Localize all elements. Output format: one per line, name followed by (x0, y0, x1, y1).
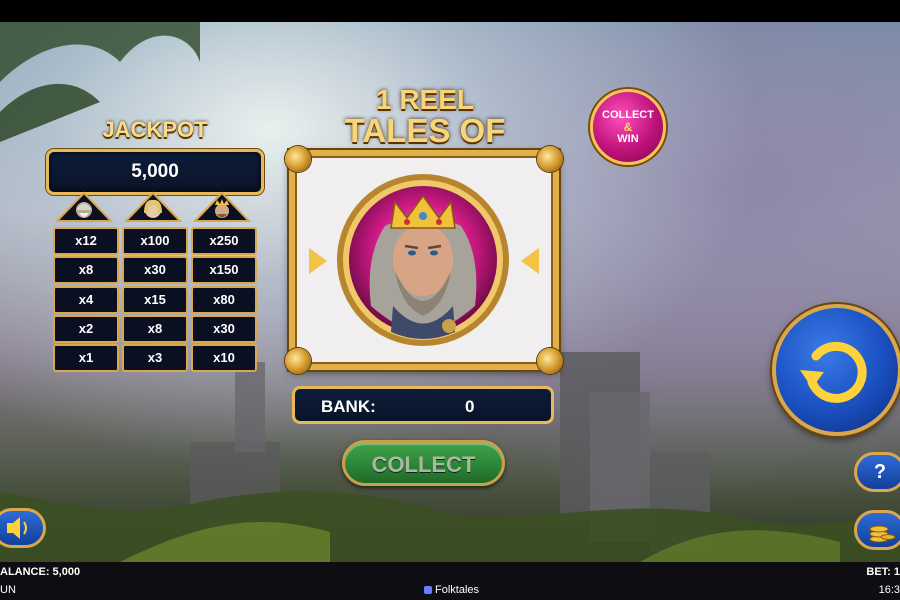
frame-ornament (537, 348, 563, 374)
paytable-cell: x3 (122, 344, 188, 372)
frame-ornament (537, 146, 563, 172)
frame-ornament (285, 146, 311, 172)
bank-display: BANK: 0 (292, 386, 554, 424)
top-bar (0, 0, 900, 22)
sound-button[interactable] (0, 508, 46, 548)
bank-label: BANK: (321, 397, 376, 416)
paytable-cell: x15 (122, 286, 188, 314)
bank-value: 0 (465, 397, 475, 416)
status-row: UN Folktales 16:3 (0, 584, 900, 598)
paytable-cell: x100 (122, 227, 188, 255)
paytable-cell: x30 (191, 315, 257, 343)
king-icon (215, 199, 229, 218)
paytable-header-lady (124, 191, 182, 222)
paytable-cell: x30 (122, 256, 188, 284)
game-screen: 1 REEL TALES OF CAMELOT COLLECT & WIN JA… (0, 0, 900, 600)
clock: 16:3 (878, 584, 900, 596)
paytable-cell: x2 (53, 315, 119, 343)
paytable-header-king (193, 191, 251, 222)
mode-label: UN (0, 584, 16, 596)
paytable-cell: x150 (191, 256, 257, 284)
jackpot-value: 5,000 (46, 149, 264, 195)
paytable-cell: x12 (53, 227, 119, 255)
badge-line2: WIN (617, 133, 639, 145)
spin-button[interactable] (772, 304, 900, 436)
bet-coins-button[interactable] (854, 510, 900, 550)
old-wizard-icon (76, 202, 92, 218)
bet-readout: BET: 1 (866, 566, 900, 578)
paytable-cell: x8 (122, 315, 188, 343)
balance-readout: ALANCE: 5,000 (0, 566, 81, 578)
badge-amp: & (623, 120, 633, 134)
brand-name: Folktales (435, 584, 480, 596)
status-row: ALANCE: 5,000 BET: 1 (0, 566, 900, 580)
reel-pointer-right-icon (521, 248, 539, 274)
help-button[interactable]: ? (854, 452, 900, 492)
brand-logo-icon (424, 586, 432, 595)
king-arthur-icon (337, 174, 509, 346)
reel-window (285, 146, 563, 374)
jackpot-label: JACKPOT (102, 117, 208, 142)
collect-button[interactable]: COLLECT (342, 440, 505, 486)
spin-arrow-icon (800, 341, 867, 403)
paytable-cell: x80 (191, 286, 257, 314)
reel-pointer-left-icon (309, 248, 327, 274)
paytable-cell: x1 (53, 344, 119, 372)
speaker-icon (7, 517, 27, 539)
paytable-cell: x8 (53, 256, 119, 284)
paytable-cell: x250 (191, 227, 257, 255)
paytable-cell: x4 (53, 286, 119, 314)
coin-stack-icon (869, 525, 896, 543)
paytable-cell: x10 (191, 344, 257, 372)
status-bar: ALANCE: 5,000 BET: 1 UN Folktales 16:3 (0, 562, 900, 600)
frame-ornament (285, 348, 311, 374)
collect-and-win-badge: COLLECT & WIN (590, 89, 666, 165)
brand-label: Folktales (424, 584, 479, 596)
paytable-header-old-wizard (55, 191, 113, 222)
